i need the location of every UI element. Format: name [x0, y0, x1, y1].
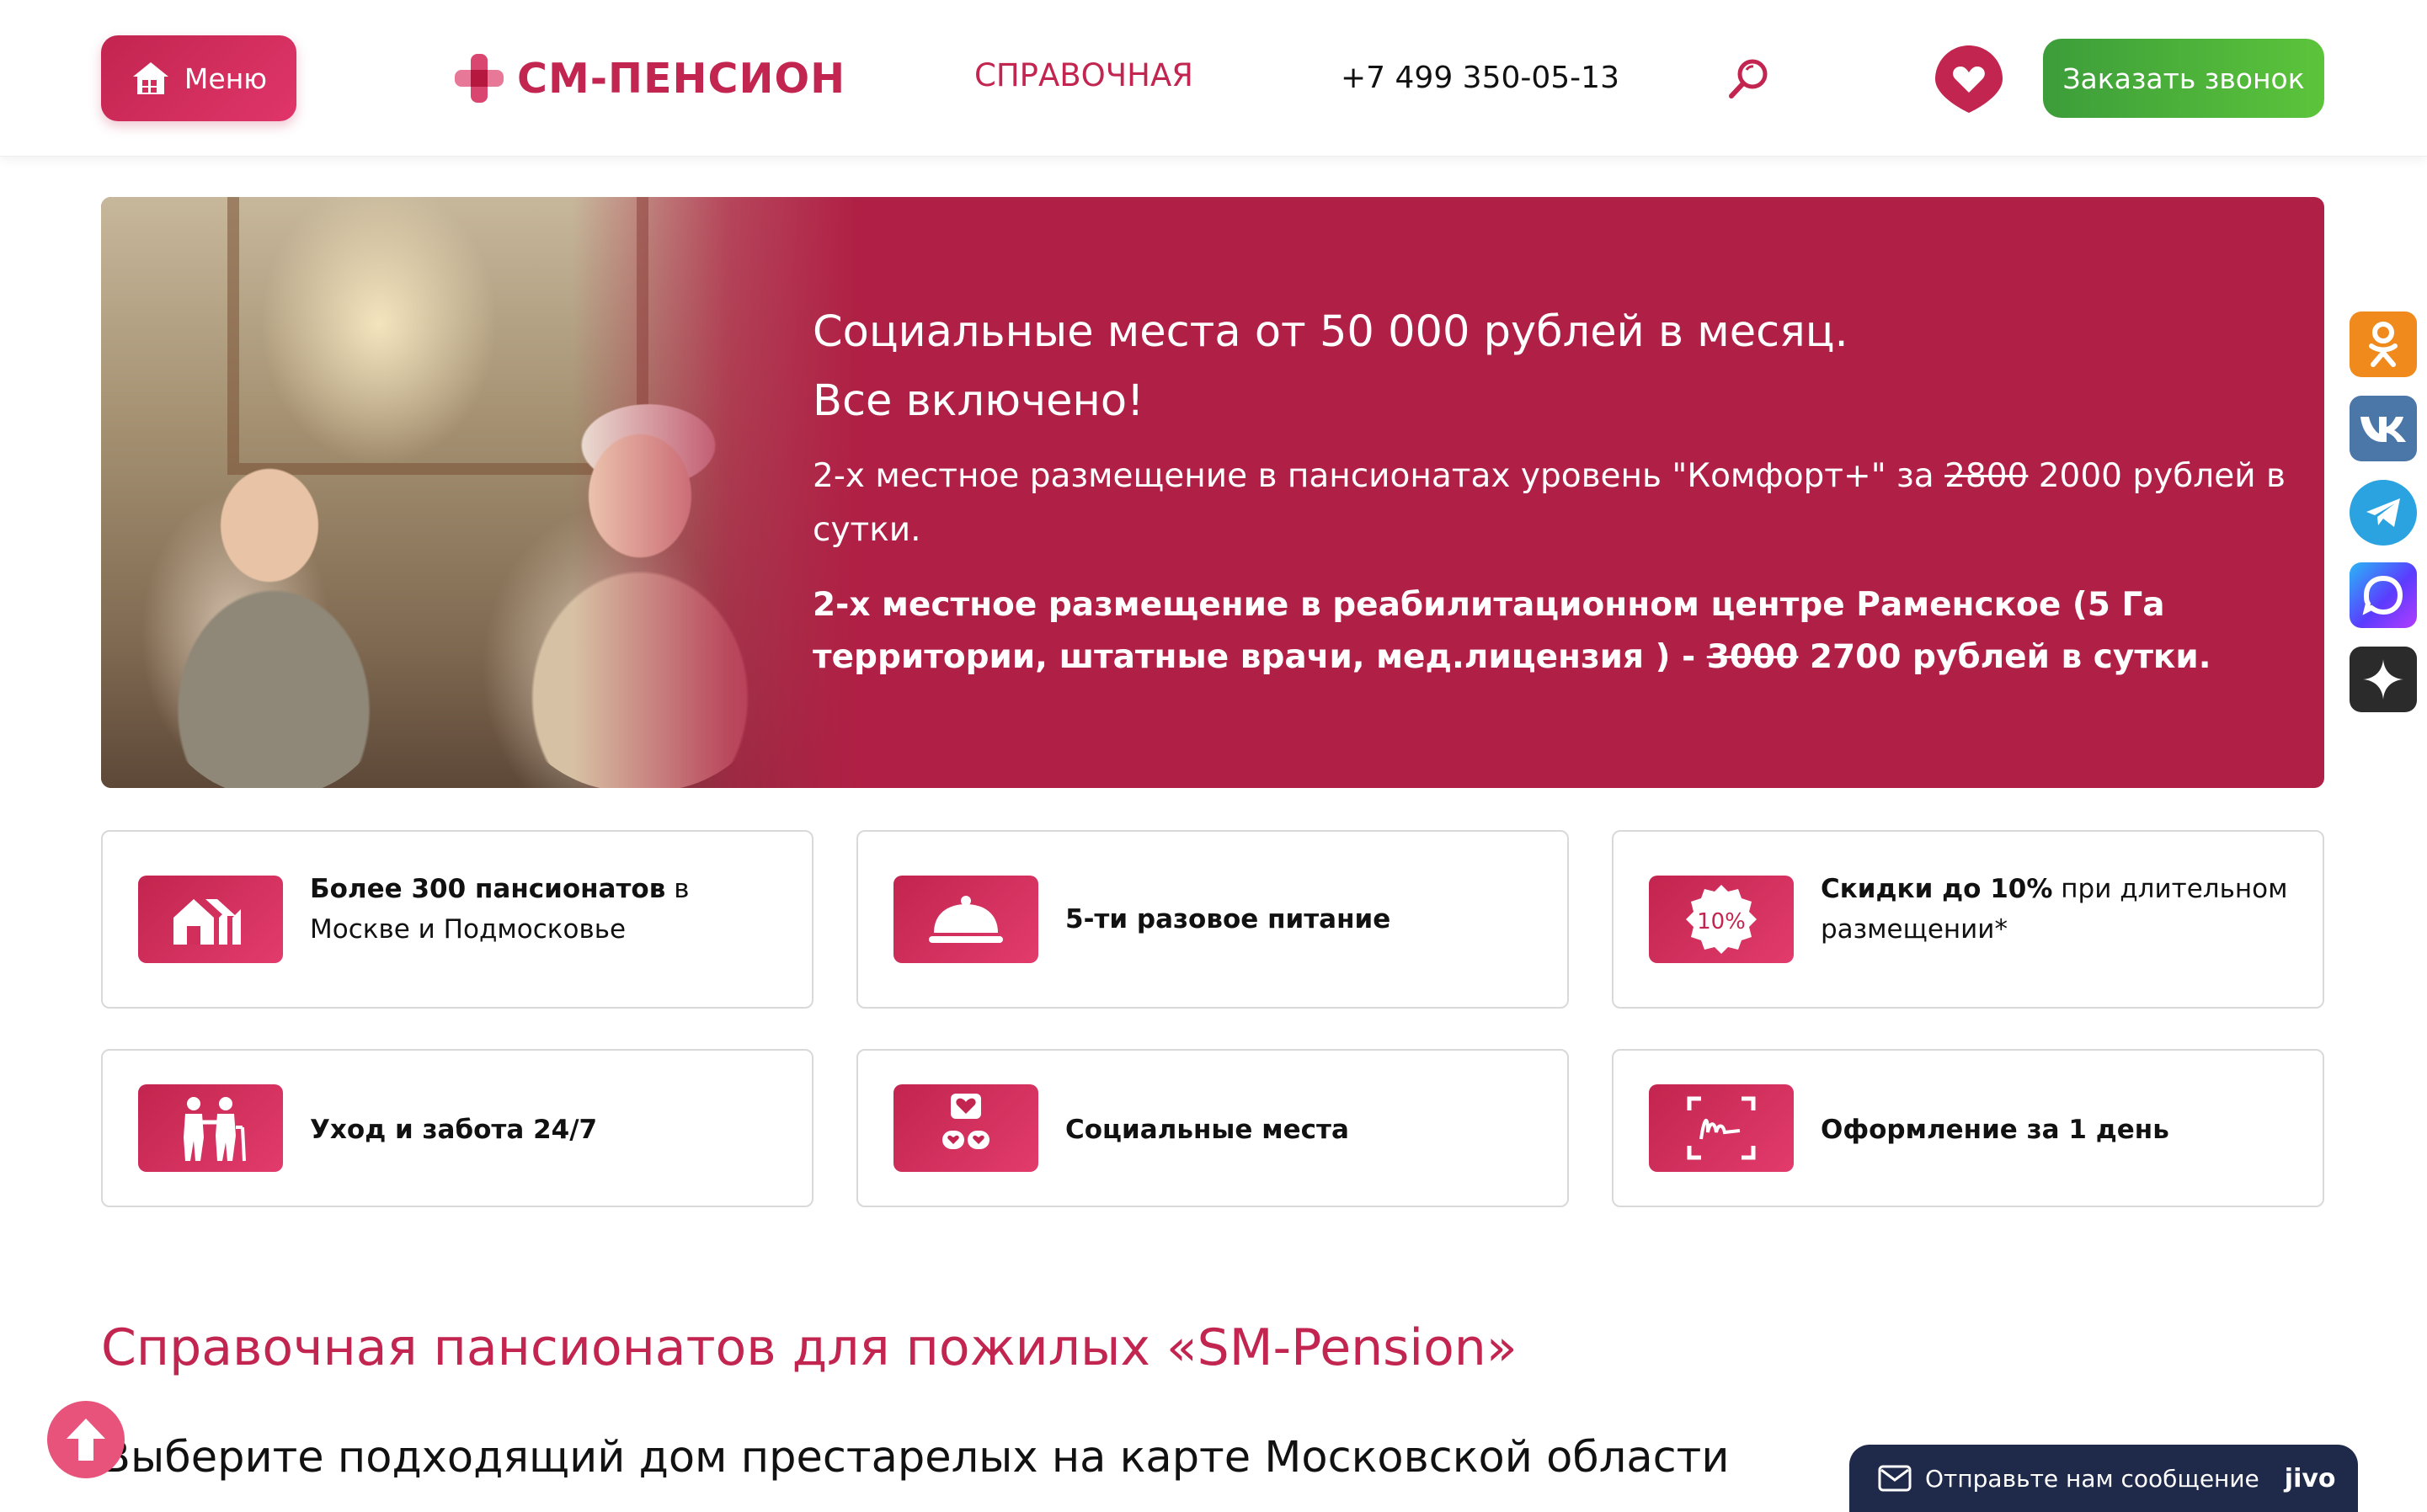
scroll-to-top-button[interactable] — [47, 1401, 125, 1478]
feature-bold: Уход и забота 24/7 — [310, 1115, 598, 1145]
feature-text: Скидки до 10% при длительном размещении* — [1821, 869, 2297, 950]
feature-bold: Более 300 пансионатов — [310, 874, 666, 904]
heart-icon — [1935, 45, 2003, 113]
cloche-icon — [893, 876, 1038, 963]
chat-label: Отправьте нам сообщение — [1925, 1464, 2259, 1493]
hearts-icon — [893, 1084, 1038, 1172]
search-icon — [1729, 59, 1768, 98]
feature-bold: Скидки до 10% — [1821, 874, 2053, 904]
hero-photo-elderly-couple — [101, 197, 859, 788]
feature-bold: Социальные места — [1065, 1115, 1349, 1145]
section-subtitle: Выберите подходящий дом престарелых на к… — [101, 1433, 1730, 1483]
section-title: Справочная пансионатов для пожилых «SM-P… — [101, 1318, 1518, 1377]
hero-offer-rehab: 2-х местное размещение в реабилитационно… — [813, 579, 2295, 684]
feature-card-social-places: Социальные места — [856, 1049, 1569, 1207]
offer-comfort-text: 2-х местное размещение в пансионатах уро… — [813, 457, 1945, 495]
offer-rehab-old-price: 3000 — [1706, 638, 1799, 676]
menu-button[interactable]: Меню — [101, 35, 296, 121]
hero-title-line1: Социальные места от 50 000 рублей в меся… — [813, 307, 1848, 357]
signature-icon — [1649, 1084, 1794, 1172]
arrow-up-icon — [67, 1419, 105, 1461]
dzen-button[interactable] — [2350, 647, 2417, 712]
hero-title-line2: Все включено! — [813, 376, 1144, 426]
feature-card-care: Уход и забота 24/7 — [101, 1049, 813, 1207]
site-logo[interactable]: СМ-ПЕНСИОН — [453, 47, 845, 109]
hero-offer-comfort: 2-х местное размещение в пансионатах уро… — [813, 450, 2295, 557]
feature-card-meals: 5-ти разовое питание — [856, 830, 1569, 1009]
telegram-button[interactable] — [2350, 480, 2417, 546]
discount-icon: 10% — [1649, 876, 1794, 963]
chat-widget[interactable]: Отправьте нам сообщение jivo — [1849, 1445, 2358, 1512]
dzen-icon — [2363, 659, 2403, 700]
vk-button[interactable] — [2350, 396, 2417, 461]
caregiver-icon — [138, 1084, 283, 1172]
home-icon — [132, 62, 168, 94]
chat-brand-logo: jivo — [2284, 1463, 2336, 1493]
photo-man-figure — [135, 407, 413, 788]
hero-text-block: Социальные места от 50 000 рублей в меся… — [813, 298, 2295, 684]
feature-text: 5-ти разовое питание — [1065, 899, 1542, 940]
feature-bold: 5-ти разовое питание — [1065, 904, 1391, 934]
discount-icon-label: 10% — [1697, 909, 1746, 934]
feature-card-discounts: 10% Скидки до 10% при длительном размеще… — [1612, 830, 2324, 1009]
feature-bold: Оформление за 1 день — [1821, 1115, 2169, 1145]
feature-card-boarding-houses: Более 300 пансионатов в Москве и Подмоск… — [101, 830, 813, 1009]
hero-banner: Социальные места от 50 000 рублей в меся… — [101, 197, 2324, 788]
feature-text: Оформление за 1 день — [1821, 1110, 2297, 1150]
houses-icon — [138, 876, 283, 963]
hero-title: Социальные места от 50 000 рублей в меся… — [813, 298, 2295, 436]
envelope-icon — [1878, 1465, 1912, 1492]
feature-text: Социальные места — [1065, 1110, 1542, 1150]
offer-rehab-new-price: 2700 рублей в сутки. — [1798, 638, 2211, 676]
odnoklassniki-icon — [2369, 322, 2398, 367]
favorites-button[interactable] — [1934, 44, 2004, 114]
max-messenger-button[interactable] — [2350, 562, 2417, 628]
max-messenger-icon — [2362, 575, 2403, 615]
logo-text: СМ-ПЕНСИОН — [517, 54, 846, 103]
feature-text: Уход и забота 24/7 — [310, 1110, 787, 1150]
feature-text: Более 300 пансионатов в Москве и Подмоск… — [310, 869, 787, 950]
nav-link-directory[interactable]: СПРАВОЧНАЯ — [974, 57, 1193, 93]
telegram-icon — [2366, 498, 2400, 527]
vk-icon — [2360, 417, 2406, 442]
offer-comfort-old-price: 2800 — [1944, 457, 2029, 495]
site-header: Меню СМ-ПЕНСИОН СПРАВОЧНАЯ +7 499 350-05… — [0, 0, 2427, 157]
search-button[interactable] — [1725, 56, 1772, 103]
feature-card-fast-registration: Оформление за 1 день — [1612, 1049, 2324, 1207]
order-call-button[interactable]: Заказать звонок — [2043, 39, 2324, 118]
phone-number[interactable]: +7 499 350-05-13 — [1341, 61, 1619, 95]
medical-cross-icon — [455, 54, 504, 103]
odnoklassniki-button[interactable] — [2350, 311, 2417, 377]
photo-woman-figure — [480, 386, 800, 788]
menu-label: Меню — [184, 61, 268, 95]
